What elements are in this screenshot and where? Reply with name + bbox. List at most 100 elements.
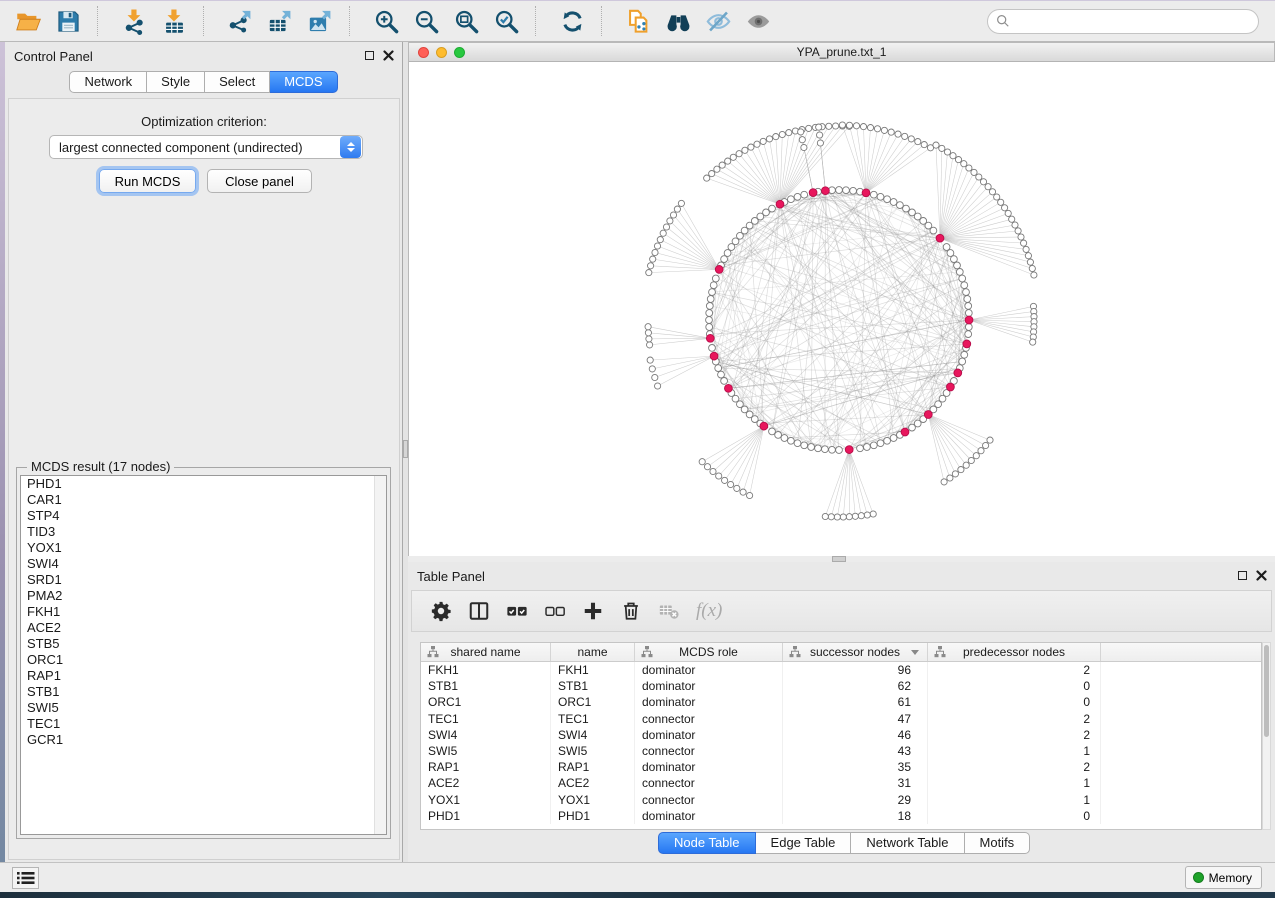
mcds-result-item[interactable]: FKH1	[21, 604, 386, 620]
minimize-window-icon[interactable]	[436, 47, 447, 58]
mcds-result-item[interactable]: PMA2	[21, 588, 386, 604]
column-header-MCDS-role[interactable]: MCDS role	[635, 643, 783, 661]
table-panel-title: Table Panel	[417, 569, 485, 584]
mcds-result-item[interactable]: PHD1	[21, 476, 386, 492]
zoom-fit-button[interactable]	[446, 4, 486, 38]
mcds-result-item[interactable]: CAR1	[21, 492, 386, 508]
network-canvas[interactable]	[409, 62, 1275, 556]
mcds-result-item[interactable]: STP4	[21, 508, 386, 524]
run-mcds-button[interactable]: Run MCDS	[99, 169, 196, 193]
table-row[interactable]: SWI5SWI5connector431	[421, 743, 1261, 759]
mcds-result-item[interactable]: SRD1	[21, 572, 386, 588]
optimization-criterion-label: Optimization criterion:	[9, 114, 399, 129]
open-file-button[interactable]	[8, 4, 48, 38]
tab-node-table[interactable]: Node Table	[658, 832, 756, 854]
table-row[interactable]: YOX1YOX1connector291	[421, 792, 1261, 808]
memory-button[interactable]: Memory	[1185, 866, 1262, 889]
right-pane: YPA_prune.txt_1 Table Panel f(x) shared …	[408, 42, 1275, 862]
show-all-icon	[745, 8, 772, 35]
close-panel-button[interactable]: Close panel	[207, 169, 312, 193]
import-network-button[interactable]	[114, 4, 154, 38]
mcds-result-item[interactable]: ORC1	[21, 652, 386, 668]
network-window-titlebar[interactable]: YPA_prune.txt_1	[409, 43, 1274, 62]
table-row[interactable]: PHD1PHD1dominator180	[421, 808, 1261, 824]
optimization-criterion-select[interactable]: largest connected component (undirected)	[49, 135, 363, 159]
column-header-predecessor-nodes[interactable]: predecessor nodes	[928, 643, 1101, 661]
column-header-shared-name[interactable]: shared name	[421, 643, 551, 661]
deselect-all-button[interactable]	[536, 594, 574, 628]
cell-name: RAP1	[551, 759, 635, 775]
tab-edge-table[interactable]: Edge Table	[756, 832, 852, 854]
mcds-result-item[interactable]: YOX1	[21, 540, 386, 556]
search-input[interactable]	[987, 9, 1259, 34]
application-window: Control Panel NetworkStyleSelectMCDS Opt…	[0, 0, 1275, 898]
mcds-list-scrollbar[interactable]	[374, 476, 386, 834]
float-panel-icon[interactable]	[1238, 571, 1247, 580]
column-header-name[interactable]: name	[551, 643, 635, 661]
export-image-button[interactable]	[300, 4, 340, 38]
gear-button[interactable]	[422, 594, 460, 628]
mcds-result-item[interactable]: TID3	[21, 524, 386, 540]
mcds-result-item[interactable]: RAP1	[21, 668, 386, 684]
delete-row-button[interactable]	[612, 594, 650, 628]
export-table-button[interactable]	[260, 4, 300, 38]
mcds-result-item[interactable]: SWI5	[21, 700, 386, 716]
close-panel-icon[interactable]	[383, 50, 394, 61]
cell-predecessor_nodes: 1	[928, 743, 1101, 759]
mcds-result-item[interactable]: GCR1	[21, 732, 386, 748]
tab-network-table[interactable]: Network Table	[851, 832, 964, 854]
table-row[interactable]: ORC1ORC1dominator610	[421, 694, 1261, 710]
select-all-button[interactable]	[498, 594, 536, 628]
import-table-button[interactable]	[154, 4, 194, 38]
cell-mcds_role: dominator	[635, 662, 783, 678]
hide-selected-button[interactable]	[698, 4, 738, 38]
table-row[interactable]: FKH1FKH1dominator962	[421, 662, 1261, 678]
tab-network[interactable]: Network	[69, 71, 147, 93]
columns-button[interactable]	[460, 594, 498, 628]
tab-select[interactable]: Select	[205, 71, 270, 93]
mcds-result-item[interactable]: TEC1	[21, 716, 386, 732]
tab-motifs[interactable]: Motifs	[965, 832, 1031, 854]
table-row[interactable]: ACE2ACE2connector311	[421, 775, 1261, 791]
zoom-selected-button[interactable]	[486, 4, 526, 38]
panel-menu-button[interactable]	[12, 867, 39, 889]
table-row[interactable]: RAP1RAP1dominator352	[421, 759, 1261, 775]
add-row-button[interactable]	[574, 594, 612, 628]
select-all-icon	[506, 600, 528, 622]
table-row[interactable]: SWI4SWI4dominator462	[421, 727, 1261, 743]
control-panel-header: Control Panel	[5, 42, 402, 70]
refresh-button[interactable]	[552, 4, 592, 38]
zoom-selected-icon	[493, 8, 520, 35]
tab-style[interactable]: Style	[147, 71, 205, 93]
table-row[interactable]: STB1STB1dominator620	[421, 678, 1261, 694]
column-label: MCDS role	[679, 645, 738, 659]
cell-shared_name: SWI5	[421, 743, 551, 759]
first-neighbors-button[interactable]	[658, 4, 698, 38]
import-network-icon	[121, 8, 148, 35]
show-all-button[interactable]	[738, 4, 778, 38]
maximize-window-icon[interactable]	[454, 47, 465, 58]
column-header-successor-nodes[interactable]: successor nodes	[783, 643, 928, 661]
table-scrollbar-thumb[interactable]	[1264, 645, 1269, 737]
mcds-result-item[interactable]: ACE2	[21, 620, 386, 636]
save-session-button[interactable]	[48, 4, 88, 38]
table-scrollbar[interactable]	[1262, 642, 1271, 830]
status-bar: Memory	[0, 862, 1275, 892]
mcds-result-item[interactable]: STB1	[21, 684, 386, 700]
float-panel-icon[interactable]	[365, 51, 374, 60]
mcds-result-item[interactable]: SWI4	[21, 556, 386, 572]
column-header-filler	[1101, 643, 1261, 661]
copy-network-button[interactable]	[618, 4, 658, 38]
cell-successor_nodes: 46	[783, 727, 928, 743]
close-panel-icon[interactable]	[1256, 570, 1267, 581]
mcds-result-group: MCDS result (17 nodes) PHD1CAR1STP4TID3Y…	[16, 467, 391, 839]
column-label: shared name	[450, 645, 520, 659]
table-row[interactable]: TEC1TEC1connector472	[421, 711, 1261, 727]
close-window-icon[interactable]	[418, 47, 429, 58]
cell-shared_name: YOX1	[421, 792, 551, 808]
mcds-result-item[interactable]: STB5	[21, 636, 386, 652]
zoom-in-button[interactable]	[366, 4, 406, 38]
export-network-button[interactable]	[220, 4, 260, 38]
zoom-out-button[interactable]	[406, 4, 446, 38]
tab-mcds[interactable]: MCDS	[270, 71, 337, 93]
